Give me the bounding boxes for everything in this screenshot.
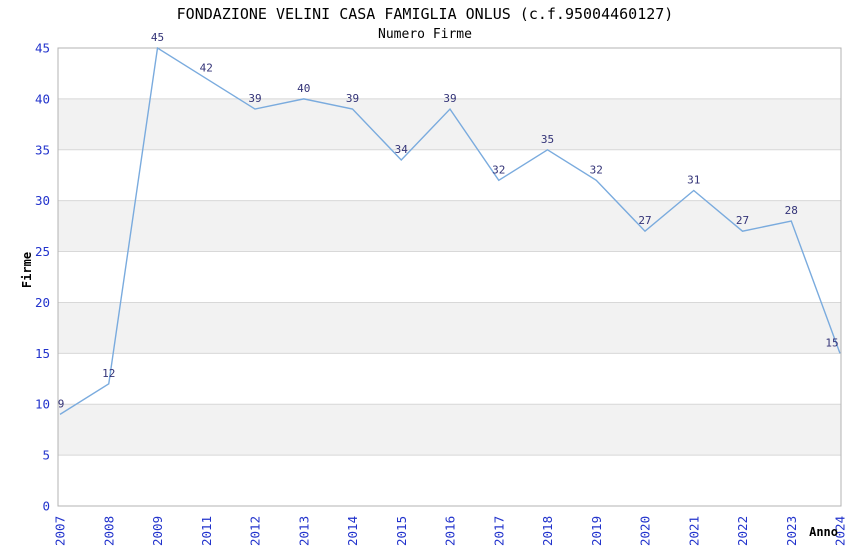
y-tick-label: 35 bbox=[35, 142, 50, 157]
x-tick-label: 2014 bbox=[345, 516, 360, 546]
plot-band bbox=[58, 353, 841, 405]
x-tick-label: 2016 bbox=[443, 516, 458, 546]
y-tick-label: 0 bbox=[42, 499, 50, 514]
y-tick-label: 25 bbox=[35, 244, 50, 259]
plot-band bbox=[58, 302, 841, 354]
y-tick-label: 30 bbox=[35, 193, 50, 208]
plot-band bbox=[58, 251, 841, 303]
x-tick-label: 2012 bbox=[248, 516, 263, 546]
plot-band bbox=[58, 200, 841, 252]
line-chart: FONDAZIONE VELINI CASA FAMIGLIA ONLUS (c… bbox=[0, 0, 850, 550]
point-label: 27 bbox=[638, 214, 651, 227]
y-tick-label: 5 bbox=[42, 448, 50, 463]
x-tick-label: 2022 bbox=[735, 516, 750, 546]
x-tick-label: 2017 bbox=[491, 516, 506, 546]
x-tick-label: 2011 bbox=[199, 516, 214, 546]
point-label: 12 bbox=[102, 367, 115, 380]
x-tick-label: 2007 bbox=[53, 516, 68, 546]
plot-band bbox=[58, 455, 841, 506]
x-tick-label: 2019 bbox=[589, 516, 604, 546]
y-tick-label: 20 bbox=[35, 295, 50, 310]
plot-area: 0 5 10 15 20 25 30 35 40 45 2007 2008 2009 2011 2012 20… bbox=[35, 31, 848, 546]
point-label: 15 bbox=[825, 336, 838, 349]
point-label: 39 bbox=[443, 92, 456, 105]
point-label: 39 bbox=[346, 92, 359, 105]
point-label: 35 bbox=[541, 133, 554, 146]
point-label: 9 bbox=[58, 397, 65, 410]
x-tick-label: 2020 bbox=[638, 516, 653, 546]
point-label: 39 bbox=[248, 92, 261, 105]
point-label: 31 bbox=[687, 173, 700, 186]
plot-band bbox=[58, 149, 841, 201]
x-tick-label: 2008 bbox=[101, 516, 116, 546]
point-label: 27 bbox=[736, 214, 749, 227]
x-tick-label: 2009 bbox=[150, 516, 165, 546]
x-tick-label: 2021 bbox=[686, 516, 701, 546]
point-label: 34 bbox=[395, 143, 409, 156]
y-tick-label: 40 bbox=[35, 91, 50, 106]
point-label: 45 bbox=[151, 31, 164, 44]
x-tick-label: 2013 bbox=[296, 516, 311, 546]
plot-band bbox=[58, 404, 841, 456]
x-tick-label: 2018 bbox=[540, 516, 555, 546]
x-axis-title: Anno bbox=[809, 525, 838, 539]
point-label: 40 bbox=[297, 82, 310, 95]
point-label: 32 bbox=[492, 163, 505, 176]
plot-band bbox=[58, 98, 841, 150]
point-label: 42 bbox=[200, 62, 213, 75]
point-label: 28 bbox=[785, 204, 798, 217]
point-label: 32 bbox=[590, 163, 603, 176]
x-tick-label: 2015 bbox=[394, 516, 409, 546]
x-tick-label: 2023 bbox=[784, 516, 799, 546]
y-tick-label: 45 bbox=[35, 41, 50, 56]
y-tick-label: 10 bbox=[35, 397, 50, 412]
y-tick-label: 15 bbox=[35, 346, 50, 361]
